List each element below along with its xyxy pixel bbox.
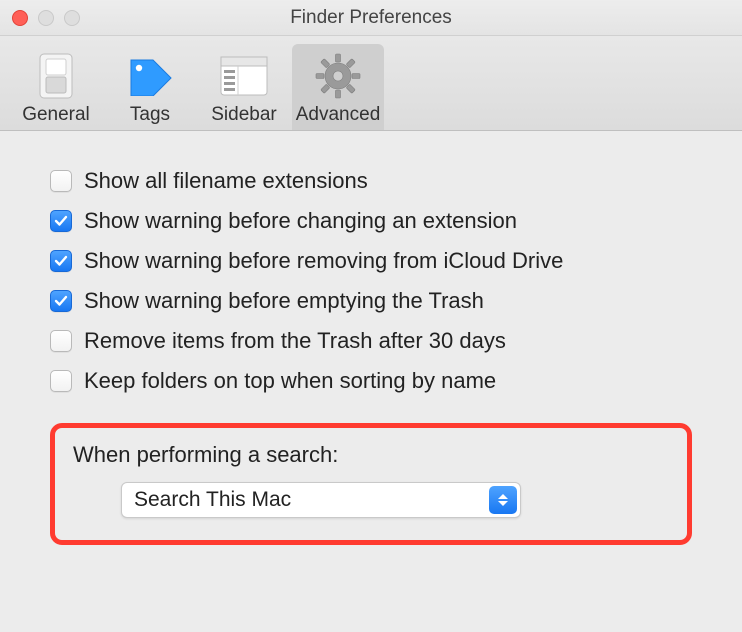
checkbox-auto-remove-trash[interactable] bbox=[50, 330, 72, 352]
option-row: Keep folders on top when sorting by name bbox=[50, 361, 692, 401]
tag-icon bbox=[125, 52, 175, 100]
gear-icon bbox=[314, 52, 362, 100]
checkbox-folders-on-top[interactable] bbox=[50, 370, 72, 392]
checkbox-warn-icloud-remove[interactable] bbox=[50, 250, 72, 272]
option-label: Show all filename extensions bbox=[84, 168, 368, 194]
option-row: Show all filename extensions bbox=[50, 161, 692, 201]
titlebar: Finder Preferences bbox=[0, 0, 742, 36]
option-row: Show warning before changing an extensio… bbox=[50, 201, 692, 241]
tab-label: Sidebar bbox=[211, 104, 277, 126]
select-value: Search This Mac bbox=[134, 488, 291, 512]
search-section-label: When performing a search: bbox=[73, 442, 669, 468]
option-label: Show warning before emptying the Trash bbox=[84, 288, 484, 314]
option-label: Keep folders on top when sorting by name bbox=[84, 368, 496, 394]
search-section-highlight: When performing a search: Search This Ma… bbox=[50, 423, 692, 545]
option-row: Remove items from the Trash after 30 day… bbox=[50, 321, 692, 361]
tab-tags[interactable]: Tags bbox=[104, 44, 196, 130]
toolbar: General Tags Sidebar bbox=[0, 36, 742, 131]
switch-icon bbox=[39, 52, 73, 100]
window-title: Finder Preferences bbox=[290, 7, 452, 29]
option-label: Show warning before removing from iCloud… bbox=[84, 248, 563, 274]
search-scope-select-wrap: Search This Mac bbox=[121, 482, 521, 518]
option-label: Show warning before changing an extensio… bbox=[84, 208, 517, 234]
tab-advanced[interactable]: Advanced bbox=[292, 44, 384, 130]
checkbox-warn-empty-trash[interactable] bbox=[50, 290, 72, 312]
option-label: Remove items from the Trash after 30 day… bbox=[84, 328, 506, 354]
search-scope-select[interactable]: Search This Mac bbox=[121, 482, 521, 518]
zoom-button[interactable] bbox=[64, 10, 80, 26]
close-button[interactable] bbox=[12, 10, 28, 26]
checkbox-show-extensions[interactable] bbox=[50, 170, 72, 192]
updown-arrows-icon bbox=[489, 486, 517, 514]
minimize-button[interactable] bbox=[38, 10, 54, 26]
option-row: Show warning before removing from iCloud… bbox=[50, 241, 692, 281]
option-row: Show warning before emptying the Trash bbox=[50, 281, 692, 321]
tab-label: General bbox=[22, 104, 90, 126]
preferences-content: Show all filename extensions Show warnin… bbox=[0, 131, 742, 569]
tab-label: Advanced bbox=[296, 104, 381, 126]
window-controls bbox=[12, 10, 80, 26]
sidebar-icon bbox=[220, 52, 268, 100]
checkbox-warn-extension-change[interactable] bbox=[50, 210, 72, 232]
tab-sidebar[interactable]: Sidebar bbox=[198, 44, 290, 130]
tab-label: Tags bbox=[130, 104, 170, 126]
tab-general[interactable]: General bbox=[10, 44, 102, 130]
